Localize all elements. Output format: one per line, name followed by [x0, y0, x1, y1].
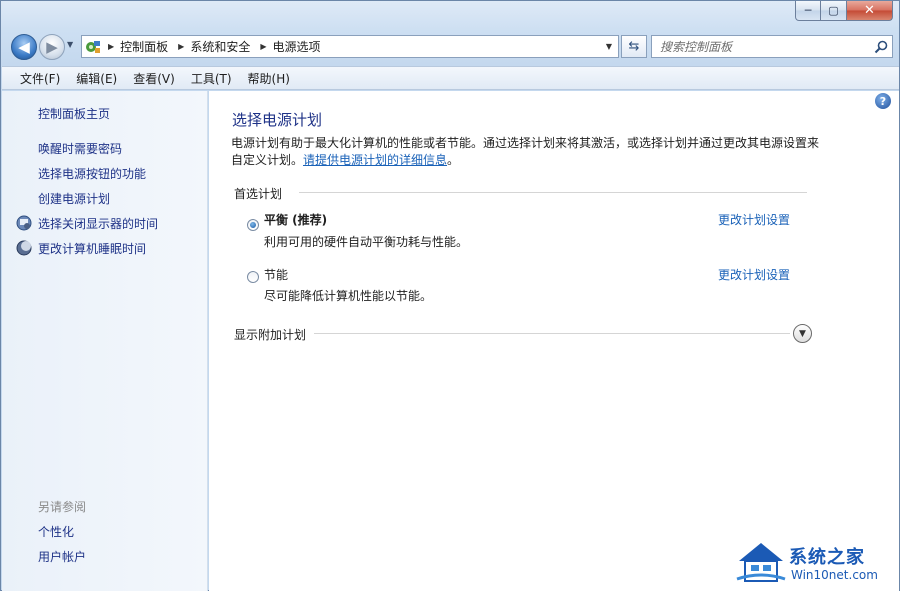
breadcrumb-separator: ▶: [108, 42, 115, 51]
main-content: ? 选择电源计划 电源计划有助于最大化计算机的性能或者节能。通过选择计划来将其激…: [209, 91, 899, 591]
sidebar-power-button-function[interactable]: 选择电源按钮的功能: [38, 165, 146, 182]
menu-view[interactable]: 查看(V): [125, 70, 183, 87]
close-button[interactable]: ✕: [847, 1, 893, 21]
plan-details-link[interactable]: 请提供电源计划的详细信息: [303, 153, 447, 167]
sidebar-display-off-time[interactable]: 选择关闭显示器的时间: [38, 215, 158, 232]
refresh-button[interactable]: ⇆: [621, 35, 647, 58]
control-panel-icon: [82, 37, 104, 57]
search-box[interactable]: [651, 35, 893, 58]
sleep-moon-icon: [16, 240, 32, 256]
site-watermark: 系统之家 Win10net.com: [729, 537, 897, 587]
plan-power-saver-radio[interactable]: [247, 271, 259, 283]
watermark-title: 系统之家: [789, 547, 865, 568]
help-icon[interactable]: ?: [875, 93, 891, 109]
see-also-heading: 另请参阅: [38, 500, 87, 514]
plan-power-saver-name[interactable]: 节能: [264, 266, 288, 283]
plan-balanced-desc: 利用可用的硬件自动平衡功耗与性能。: [264, 235, 469, 249]
minimize-button[interactable]: ─: [795, 1, 821, 21]
navigation-bar: ◀ ▶ ▼ ▶ 控制面板 ▶ 系统和安全 ▶ 电源选项 ▼ ⇆: [9, 31, 893, 63]
house-logo-icon: [736, 543, 786, 582]
description-end: 。: [447, 153, 460, 167]
menu-bar: 文件(F) 编辑(E) 查看(V) 工具(T) 帮助(H): [2, 66, 899, 90]
forward-button[interactable]: ▶: [39, 34, 65, 60]
menu-file[interactable]: 文件(F): [12, 70, 68, 87]
menu-tools[interactable]: 工具(T): [183, 70, 240, 87]
back-button[interactable]: ◀: [11, 34, 37, 60]
plan-balanced-radio[interactable]: [247, 219, 259, 231]
sidebar-require-password-on-wakeup[interactable]: 唤醒时需要密码: [38, 140, 122, 157]
breadcrumb-power-options[interactable]: 电源选项: [273, 38, 321, 55]
sidebar-control-panel-home[interactable]: 控制面板主页: [38, 105, 110, 122]
plan-balanced-name[interactable]: 平衡 (推荐): [264, 211, 327, 228]
group-divider: [299, 192, 807, 193]
sidebar-personalization[interactable]: 个性化: [38, 523, 74, 540]
sidebar-computer-sleep-time[interactable]: 更改计算机睡眠时间: [38, 240, 146, 257]
plan-power-saver-desc: 尽可能降低计算机性能以节能。: [264, 289, 433, 303]
menu-help[interactable]: 帮助(H): [240, 70, 298, 87]
breadcrumb-separator[interactable]: ▶: [178, 42, 184, 51]
preferred-plans-heading: 首选计划: [234, 187, 283, 201]
control-panel-window: ─ ▢ ✕ ◀ ▶ ▼ ▶ 控制面板 ▶ 系统和安全 ▶ 电源选项 ▼ ⇆ 搜索…: [0, 0, 900, 591]
breadcrumb-separator[interactable]: ▶: [260, 42, 266, 51]
caption-buttons: ─ ▢ ✕: [795, 1, 893, 22]
breadcrumb-control-panel[interactable]: 控制面板: [120, 38, 168, 55]
maximize-button[interactable]: ▢: [821, 1, 847, 21]
page-description: 电源计划有助于最大化计算机的性能或者节能。通过选择计划来将其激活，或选择计划并通…: [231, 135, 821, 169]
menu-edit[interactable]: 编辑(E): [68, 70, 125, 87]
plan-power-saver-change-settings[interactable]: 更改计划设置: [718, 266, 790, 283]
display-off-icon: [16, 215, 32, 231]
page-title: 选择电源计划: [232, 111, 323, 129]
search-input[interactable]: [652, 36, 870, 57]
expand-chevron-icon[interactable]: ▼: [793, 324, 812, 343]
sidebar-create-power-plan[interactable]: 创建电源计划: [38, 190, 110, 207]
search-icon[interactable]: [870, 36, 892, 57]
address-dropdown-icon[interactable]: ▼: [600, 36, 618, 57]
address-bar[interactable]: ▶ 控制面板 ▶ 系统和安全 ▶ 电源选项 ▼: [81, 35, 619, 58]
sidebar-user-accounts[interactable]: 用户帐户: [38, 548, 86, 565]
sidebar: 控制面板主页 唤醒时需要密码 选择电源按钮的功能 创建电源计划 选择关闭显示器的…: [2, 91, 208, 591]
show-additional-plans-label[interactable]: 显示附加计划: [234, 326, 306, 343]
watermark-url: Win10net.com: [791, 568, 878, 582]
more-divider: [314, 333, 790, 334]
plan-balanced-change-settings[interactable]: 更改计划设置: [718, 211, 790, 228]
recent-pages-dropdown[interactable]: ▼: [67, 40, 79, 54]
breadcrumb-system-security[interactable]: 系统和安全: [190, 38, 250, 55]
